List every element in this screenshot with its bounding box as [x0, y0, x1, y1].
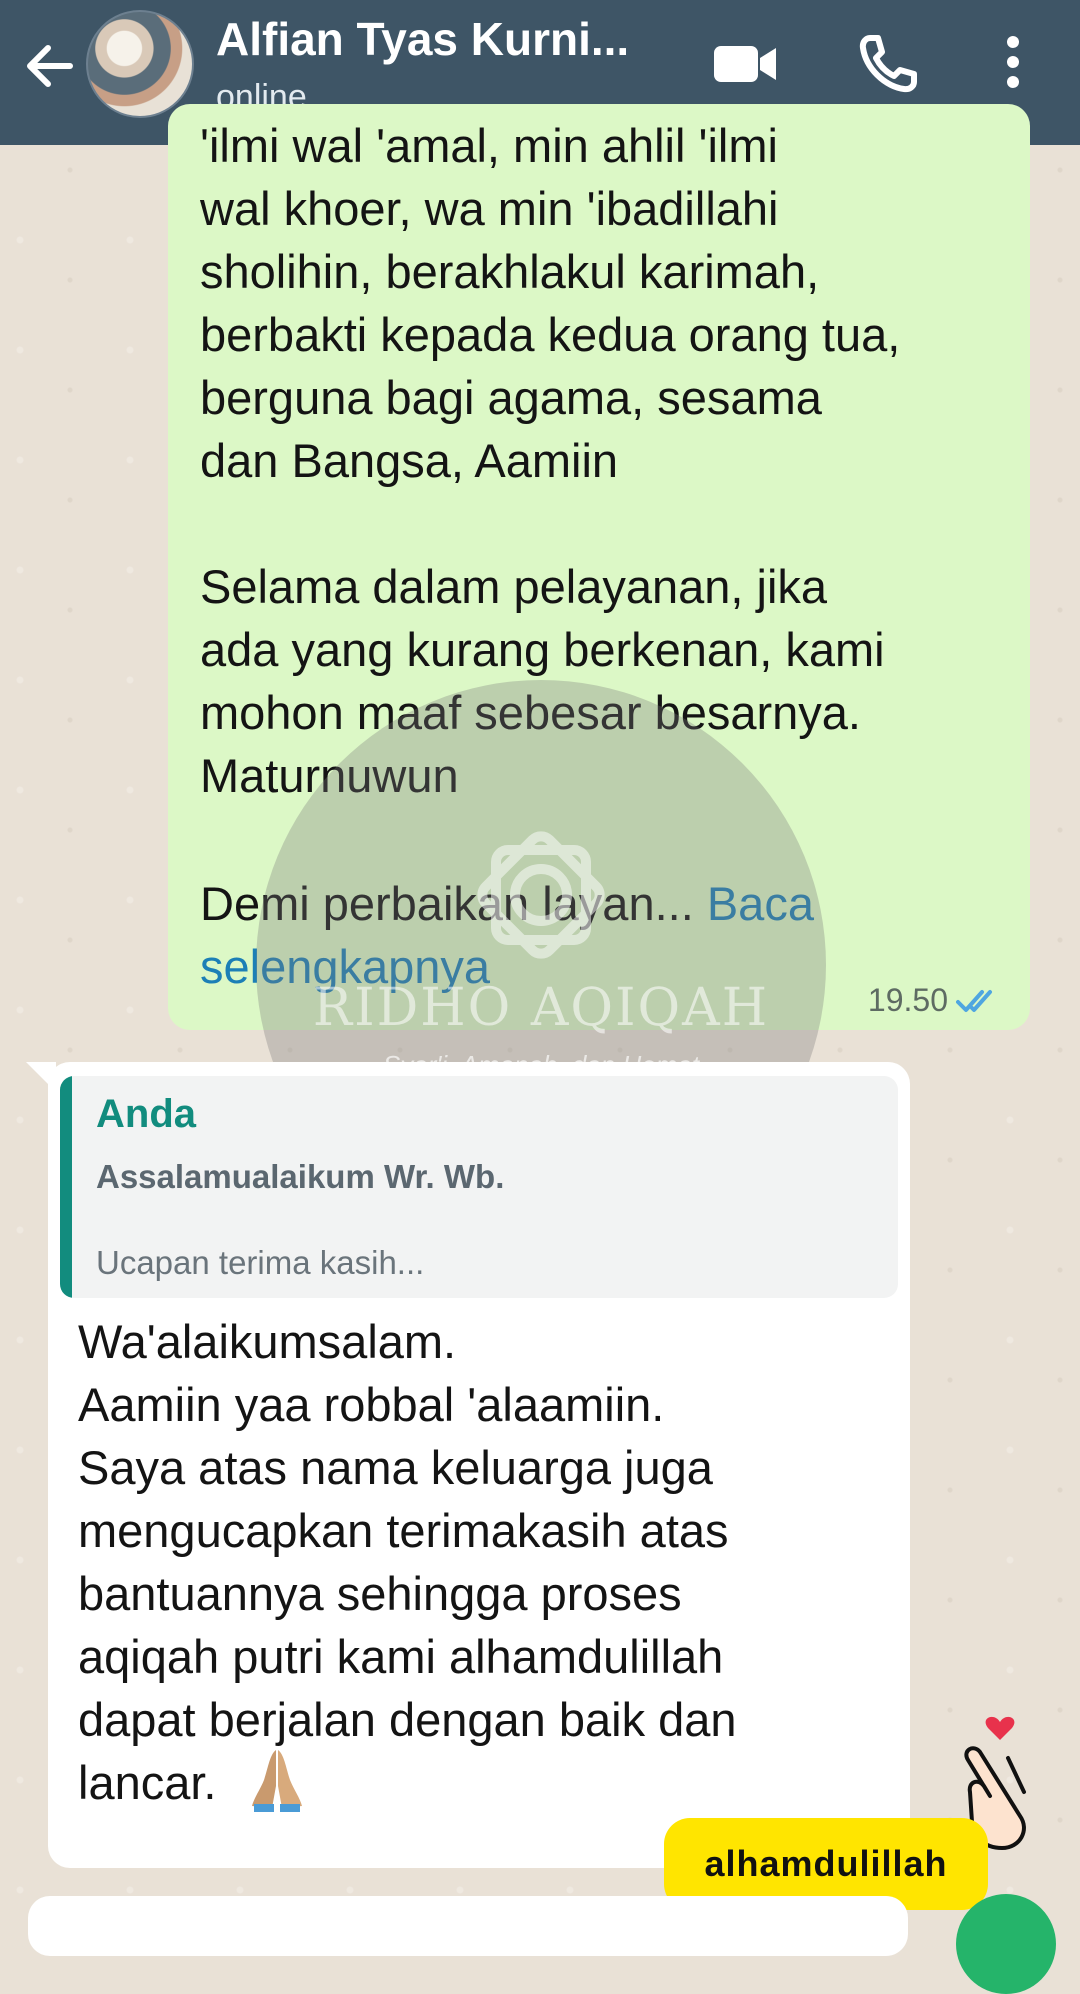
scroll-down-button[interactable] [956, 1894, 1056, 1994]
double-check-read-icon [956, 989, 992, 1012]
video-call-icon[interactable] [712, 38, 778, 90]
more-options-icon[interactable] [998, 30, 1028, 94]
quote-accent-bar [60, 1076, 72, 1298]
contact-avatar[interactable] [86, 10, 194, 118]
phone-call-icon[interactable] [856, 32, 920, 96]
message-time: 19.50 [867, 982, 948, 1018]
quote-line: Ucapan terima kasih... [96, 1244, 425, 1281]
quoted-reply[interactable]: Anda Assalamualaikum Wr. Wb. Ucapan teri… [60, 1076, 898, 1298]
incoming-message-text: Wa'alaikumsalam. Aamiin yaa robbal 'alaa… [78, 1315, 737, 1809]
watermark-title: RIDHO AQIQAH [312, 978, 770, 1038]
quote-author: Anda [96, 1092, 196, 1136]
arrow-left-icon [27, 45, 73, 87]
quote-line: Assalamualaikum Wr. Wb. [96, 1158, 505, 1195]
watermark-logo-icon [477, 831, 605, 959]
back-button[interactable] [18, 34, 82, 98]
contact-name[interactable]: Alfian Tyas Kurni... [216, 12, 629, 66]
message-meta: 19.50 [868, 982, 1004, 1019]
next-message-bubble[interactable] [28, 1896, 908, 1956]
folded-hands-icon [252, 1750, 302, 1812]
